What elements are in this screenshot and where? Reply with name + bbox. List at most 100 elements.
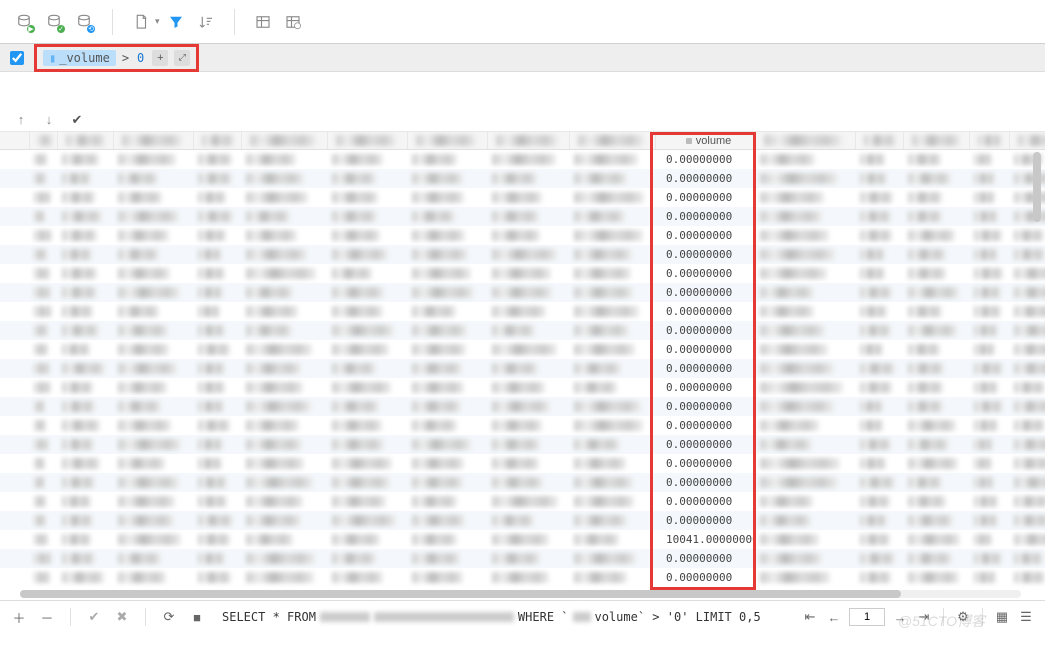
stop-button[interactable]: ■ <box>188 608 206 626</box>
grid-view-button[interactable]: ▦ <box>993 608 1011 626</box>
column-icon: ▮ <box>49 51 56 65</box>
sql-preview: SELECT * FROM WHERE ` volume` > '0' LIMI… <box>222 610 761 624</box>
table-row[interactable]: 0.00000000 <box>0 150 1045 169</box>
volume-cell[interactable]: 0.00000000 <box>656 511 756 530</box>
table-refresh-icon <box>284 13 302 31</box>
row-down-button[interactable]: ↓ <box>42 112 56 127</box>
filter-column-chip[interactable]: ▮ _volume <box>43 50 116 66</box>
volume-cell[interactable]: 0.00000000 <box>656 302 756 321</box>
volume-cell[interactable]: 0.00000000 <box>656 416 756 435</box>
table-row[interactable]: 0.00000000 <box>0 283 1045 302</box>
volume-cell[interactable]: 0.00000000 <box>656 150 756 169</box>
apply-changes-button[interactable]: ✔ <box>85 608 103 626</box>
sql-redacted3 <box>573 612 591 622</box>
table-row[interactable]: 0.00000000 <box>0 226 1045 245</box>
table-row[interactable]: 0.00000000 <box>0 302 1045 321</box>
table-row[interactable]: 0.00000000 <box>0 359 1045 378</box>
filter-operator[interactable]: > <box>122 51 129 65</box>
table-row[interactable]: 0.00000000 <box>0 473 1045 492</box>
table-row[interactable]: 0.00000000 <box>0 549 1045 568</box>
filter-enabled-checkbox[interactable] <box>10 51 24 65</box>
table-icon <box>254 13 272 31</box>
row-nav-bar: ↑ ↓ ✔ <box>0 108 1045 132</box>
first-page-button[interactable]: ⇤ <box>801 608 819 626</box>
volume-cell[interactable]: 0.00000000 <box>656 359 756 378</box>
table-config-button[interactable] <box>249 8 277 36</box>
table-row[interactable]: 0.00000000 <box>0 492 1045 511</box>
refresh-button[interactable]: ⟳ <box>160 608 178 626</box>
volume-cell[interactable]: 0.00000000 <box>656 169 756 188</box>
table-row[interactable]: 0.00000000 <box>0 435 1045 454</box>
table-row[interactable]: 0.00000000 <box>0 207 1045 226</box>
table-row[interactable]: 0.00000000 <box>0 340 1045 359</box>
chevron-down-icon[interactable]: ▾ <box>155 16 160 27</box>
cancel-changes-button[interactable]: ✖ <box>113 608 131 626</box>
volume-cell[interactable]: 0.00000000 <box>656 245 756 264</box>
table-row[interactable]: 0.00000000 <box>0 169 1045 188</box>
volume-cell[interactable]: 0.00000000 <box>656 207 756 226</box>
table-refresh-button[interactable] <box>279 8 307 36</box>
filter-bar: ▮ _volume > 0 + ⤢ <box>0 44 1045 72</box>
db-commit-button[interactable]: ✓ <box>40 8 68 36</box>
table-row[interactable]: 0.00000000 <box>0 188 1045 207</box>
table-row[interactable]: 0.00000000 <box>0 568 1045 587</box>
horizontal-scrollbar[interactable] <box>20 590 1021 598</box>
row-up-button[interactable]: ↑ <box>14 112 28 127</box>
last-page-button[interactable]: ⇥ <box>915 608 933 626</box>
volume-cell[interactable]: 0.00000000 <box>656 492 756 511</box>
volume-cell[interactable]: 0.00000000 <box>656 340 756 359</box>
table-row[interactable]: 0.00000000 <box>0 321 1045 340</box>
filter-button[interactable] <box>162 8 190 36</box>
play-badge-icon: ▶ <box>27 25 35 33</box>
volume-cell[interactable]: 0.00000000 <box>656 568 756 587</box>
row-apply-button[interactable]: ✔ <box>70 112 84 128</box>
export-button[interactable] <box>127 8 155 36</box>
sql-where: WHERE ` <box>518 610 569 624</box>
grid-body[interactable]: 0.000000000.000000000.000000000.00000000… <box>0 150 1045 601</box>
form-view-button[interactable]: ☰ <box>1017 608 1035 626</box>
db-rollback-button[interactable]: ⟲ <box>70 8 98 36</box>
prev-page-button[interactable]: ← <box>825 608 843 626</box>
sort-icon <box>197 13 215 31</box>
sort-button[interactable] <box>192 8 220 36</box>
add-row-button[interactable]: ＋ <box>10 608 28 626</box>
volume-cell[interactable]: 0.00000000 <box>656 283 756 302</box>
settings-button[interactable]: ⚙ <box>954 608 972 626</box>
volume-cell[interactable]: 0.00000000 <box>656 397 756 416</box>
volume-cell[interactable]: 0.00000000 <box>656 378 756 397</box>
next-page-button[interactable]: → <box>891 608 909 626</box>
filter-value[interactable]: 0 <box>135 51 146 65</box>
sql-select: SELECT * FROM <box>222 610 316 624</box>
table-row[interactable]: 0.00000000 <box>0 378 1045 397</box>
volume-cell[interactable]: 0.00000000 <box>656 264 756 283</box>
volume-column-header[interactable]: volume <box>656 132 756 149</box>
table-row[interactable]: 0.00000000 <box>0 416 1045 435</box>
filter-code-button[interactable]: ⤢ <box>174 50 190 66</box>
db-run-button[interactable]: ▶ <box>10 8 38 36</box>
filter-add-button[interactable]: + <box>152 50 168 66</box>
sql-condition: volume` > '0' LIMIT 0,5 <box>595 610 761 624</box>
vertical-scrollbar-thumb[interactable] <box>1033 152 1041 222</box>
document-icon <box>132 13 150 31</box>
table-row[interactable]: 10041.00000000 <box>0 530 1045 549</box>
filter-highlight-box: ▮ _volume > 0 + ⤢ <box>34 44 199 72</box>
rollback-badge-icon: ⟲ <box>87 25 95 33</box>
volume-cell[interactable]: 0.00000000 <box>656 454 756 473</box>
table-row[interactable]: 0.00000000 <box>0 245 1045 264</box>
table-row[interactable]: 0.00000000 <box>0 264 1045 283</box>
table-row[interactable]: 0.00000000 <box>0 511 1045 530</box>
check-badge-icon: ✓ <box>57 25 65 33</box>
page-number-input[interactable] <box>849 608 885 626</box>
table-row[interactable]: 0.00000000 <box>0 454 1045 473</box>
volume-cell[interactable]: 0.00000000 <box>656 549 756 568</box>
volume-cell[interactable]: 0.00000000 <box>656 473 756 492</box>
grid-header-row: volume <box>0 132 1045 150</box>
volume-cell[interactable]: 0.00000000 <box>656 226 756 245</box>
volume-cell[interactable]: 0.00000000 <box>656 435 756 454</box>
remove-row-button[interactable]: － <box>38 608 56 626</box>
table-row[interactable]: 0.00000000 <box>0 397 1045 416</box>
volume-cell[interactable]: 0.00000000 <box>656 188 756 207</box>
status-bar: ＋ － ✔ ✖ ⟳ ■ SELECT * FROM WHERE ` volume… <box>0 601 1045 633</box>
volume-cell[interactable]: 10041.00000000 <box>656 530 756 549</box>
volume-cell[interactable]: 0.00000000 <box>656 321 756 340</box>
